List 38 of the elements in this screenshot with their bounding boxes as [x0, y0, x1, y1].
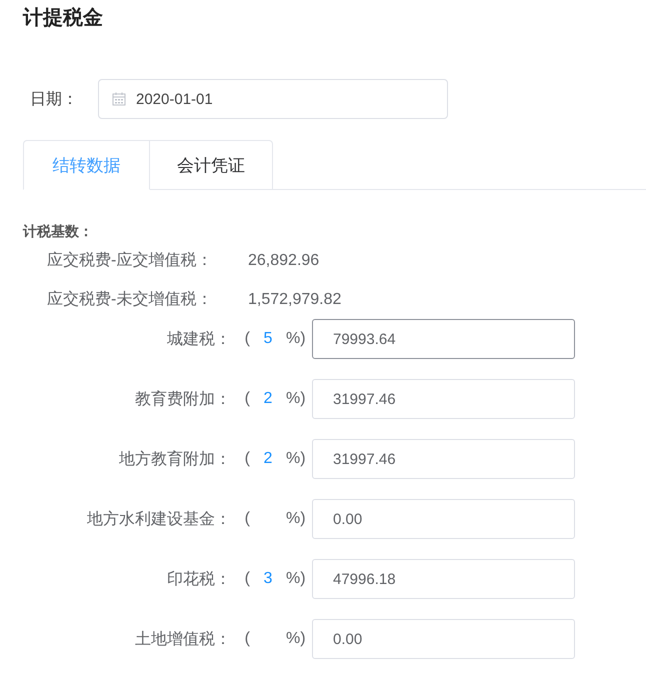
percent-text: %) [286, 330, 307, 348]
percent-text: %) [286, 390, 307, 408]
field-label: 地方水利建设基金： [86, 510, 231, 530]
page-title: 计提税金 [23, 6, 104, 31]
amount-field[interactable]: 47996.18 [312, 559, 575, 599]
percent-text: %) [286, 630, 307, 648]
paren-text: ( [244, 510, 250, 528]
amount-field[interactable]: 0.00 [312, 619, 575, 659]
paren-text: ( [244, 570, 250, 588]
paren-text: ( [244, 630, 250, 648]
paren-text: ( [244, 330, 250, 348]
amount-field[interactable]: 0.00 [312, 499, 575, 539]
rate-value: 5 [262, 330, 274, 348]
percent-text: %) [286, 570, 307, 588]
section-label: 计税基数： [23, 223, 94, 241]
field-label: 日期： [29, 90, 79, 110]
amount-field[interactable]: 31997.46 [312, 379, 575, 419]
percent-text: %) [286, 450, 307, 468]
rate-value: 2 [262, 390, 274, 408]
amount-text: 1,572,979.82 [248, 290, 342, 308]
date-field[interactable]: 2020-01-01 [98, 79, 448, 119]
percent-text: %) [286, 510, 307, 528]
paren-text: ( [244, 450, 250, 468]
field-label: 应交税费-未交增值税： [46, 290, 214, 310]
field-label: 印花税： [166, 570, 231, 590]
amount-field[interactable]: 31997.46 [312, 439, 575, 479]
field-label: 土地增值税： [134, 630, 231, 650]
rate-value: 2 [262, 450, 274, 468]
tab[interactable]: 会计凭证 [150, 140, 273, 190]
field-label: 地方教育附加： [118, 449, 231, 470]
paren-text: ( [244, 390, 250, 408]
field-label: 城建税： [166, 330, 231, 350]
rate-value: 3 [262, 570, 274, 588]
amount-text: 26,892.96 [248, 252, 320, 270]
field-label: 教育费附加： [134, 389, 231, 410]
field-label: 应交税费-应交增值税： [46, 250, 214, 271]
amount-field[interactable]: 79993.64 [312, 319, 575, 359]
calendar-icon [112, 92, 126, 106]
